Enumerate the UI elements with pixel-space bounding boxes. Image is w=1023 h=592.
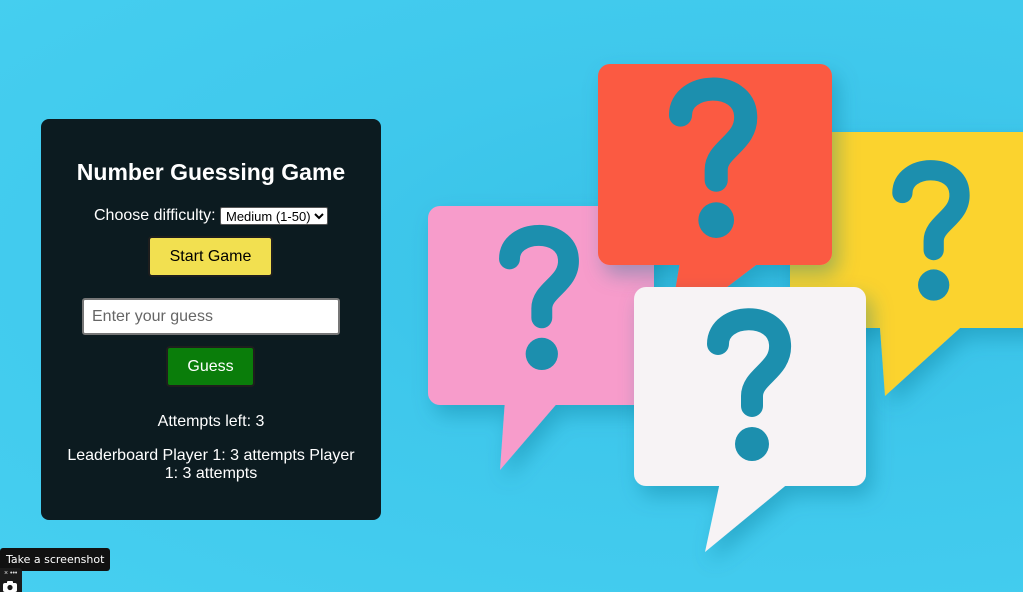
- difficulty-select[interactable]: Medium (1-50): [220, 206, 328, 225]
- camera-icon[interactable]: [2, 580, 18, 592]
- game-panel: Number Guessing Game Choose difficulty: …: [41, 119, 381, 520]
- start-game-button[interactable]: Start Game: [148, 236, 273, 277]
- guess-button[interactable]: Guess: [166, 346, 255, 387]
- white-question-bubble: [634, 287, 866, 552]
- more-dots-icon[interactable]: × •••: [4, 570, 17, 577]
- screenshot-widget[interactable]: × •••: [0, 568, 22, 592]
- game-title: Number Guessing Game: [76, 159, 346, 185]
- attempts-left-text: Attempts left: 3: [157, 413, 265, 430]
- difficulty-label: Choose difficulty:: [94, 207, 216, 224]
- leaderboard-text: Leaderboard Player 1: 3 attempts Player …: [67, 447, 355, 482]
- guess-input[interactable]: [82, 298, 340, 335]
- difficulty-row: Choose difficulty: Medium (1-50): [41, 206, 381, 226]
